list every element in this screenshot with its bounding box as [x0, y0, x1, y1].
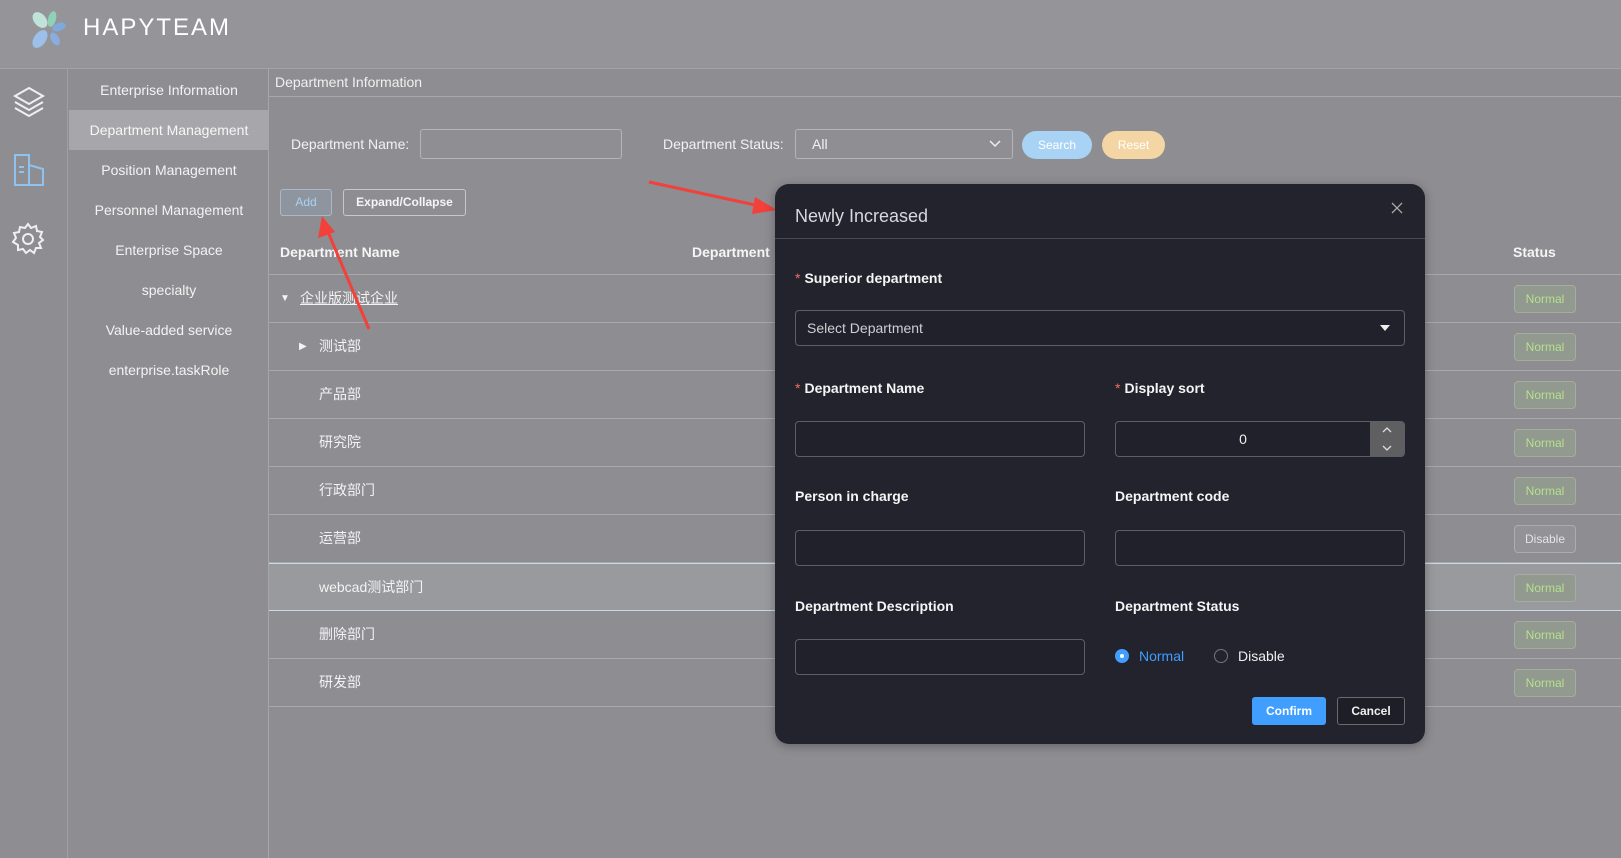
divider: [775, 238, 1425, 239]
department-code-label: Department code: [1115, 488, 1230, 504]
display-sort-label: * Display sort: [1115, 380, 1205, 396]
annotation-arrow-to-add-button: [318, 216, 371, 330]
stepper-buttons[interactable]: [1370, 422, 1404, 456]
caret-down-icon: [1380, 325, 1390, 331]
department-name-label: * Department Name: [795, 380, 925, 396]
radio-checked-icon[interactable]: [1115, 649, 1129, 663]
annotation-arrow-to-modal-title: [648, 180, 777, 214]
close-icon[interactable]: [1391, 202, 1403, 214]
department-description-input[interactable]: [795, 639, 1085, 675]
person-in-charge-label: Person in charge: [795, 488, 909, 504]
select-placeholder: Select Department: [807, 320, 923, 336]
department-name-input[interactable]: [795, 421, 1085, 457]
cancel-button[interactable]: Cancel: [1337, 697, 1405, 725]
confirm-button[interactable]: Confirm: [1252, 697, 1326, 725]
display-sort-value: 0: [1239, 431, 1247, 447]
department-status-label: Department Status: [1115, 598, 1240, 614]
radio-unchecked-icon[interactable]: [1214, 649, 1228, 663]
dialog-title: Newly Increased: [795, 206, 929, 226]
superior-department-select[interactable]: Select Department: [795, 310, 1405, 346]
superior-department-label: * Superior department: [795, 270, 943, 286]
radio-label-normal: Normal: [1139, 648, 1185, 664]
department-code-input[interactable]: [1115, 530, 1405, 566]
chevron-down-icon[interactable]: [1382, 445, 1392, 451]
display-sort-stepper[interactable]: 0: [1115, 421, 1405, 457]
chevron-up-icon[interactable]: [1382, 427, 1392, 433]
department-description-label: Department Description: [795, 598, 954, 614]
new-department-dialog: Newly Increased * Superior department Sel…: [775, 184, 1425, 744]
person-in-charge-input[interactable]: [795, 530, 1085, 566]
radio-label-disable: Disable: [1238, 648, 1285, 664]
